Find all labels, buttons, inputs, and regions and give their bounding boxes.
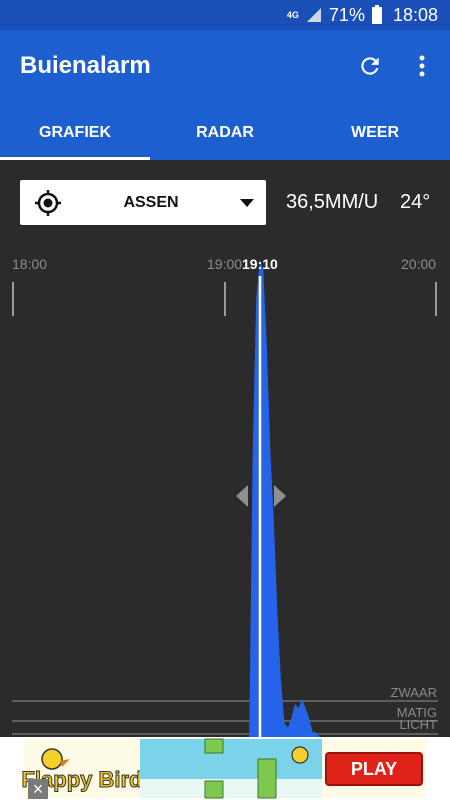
dropdown-arrow-icon	[240, 198, 254, 207]
flappy-bird-icon	[41, 748, 63, 770]
overflow-menu-button[interactable]	[406, 50, 438, 82]
current-time-label: 19:10	[242, 256, 278, 272]
time-ticks	[12, 282, 437, 316]
tab-label: RADAR	[196, 123, 254, 141]
location-value: ASSEN	[123, 193, 179, 211]
rain-chart[interactable]: 18:00 19:00 20:00 19:10 ZWAAR MATIG LICH…	[0, 240, 450, 737]
refresh-button[interactable]	[354, 50, 386, 82]
tab-weer[interactable]: WEER	[300, 105, 450, 160]
more-vert-icon	[419, 55, 425, 77]
network-type: 4G	[286, 10, 299, 20]
play-label: PLAY	[350, 758, 398, 779]
tick-label-20-00: 20:00	[401, 256, 436, 272]
ad-banner[interactable]: Flappy Bird PLAY ×	[0, 737, 450, 800]
ad-close-button[interactable]: ×	[28, 779, 48, 799]
tick-label-19-00: 19:00	[207, 256, 242, 272]
gps-target-icon	[35, 189, 61, 216]
tab-label: WEER	[351, 123, 399, 141]
clock: 18:08	[392, 4, 438, 25]
battery-percent: 71%	[328, 4, 365, 25]
tab-bar: GRAFIEK RADAR WEER	[0, 105, 450, 160]
signal-icon	[306, 8, 321, 22]
temperature: 24°	[400, 191, 431, 213]
label-zwaar: ZWAAR	[391, 685, 437, 700]
tab-label: GRAFIEK	[39, 123, 111, 141]
app-title: Buienalarm	[20, 52, 151, 79]
app-bar: Buienalarm	[0, 30, 450, 105]
tab-grafiek[interactable]: GRAFIEK	[0, 105, 150, 160]
tick-label-18-00: 18:00	[12, 256, 47, 272]
tab-radar[interactable]: RADAR	[150, 105, 300, 160]
status-bar: 4G 71% 18:08	[0, 0, 450, 30]
flappy-bird-flying-icon	[291, 746, 309, 764]
rain-intensity: 36,5MM/U	[286, 191, 379, 213]
scrub-right-arrow-icon[interactable]	[274, 485, 286, 507]
play-button[interactable]: PLAY	[325, 752, 423, 786]
intensity-gridlines	[12, 700, 438, 735]
location-select[interactable]: ASSEN	[20, 180, 266, 225]
close-icon: ×	[32, 779, 44, 799]
refresh-icon	[361, 57, 379, 75]
label-licht: LICHT	[399, 717, 437, 732]
battery-icon	[371, 5, 382, 24]
scrub-left-arrow-icon[interactable]	[236, 485, 248, 507]
